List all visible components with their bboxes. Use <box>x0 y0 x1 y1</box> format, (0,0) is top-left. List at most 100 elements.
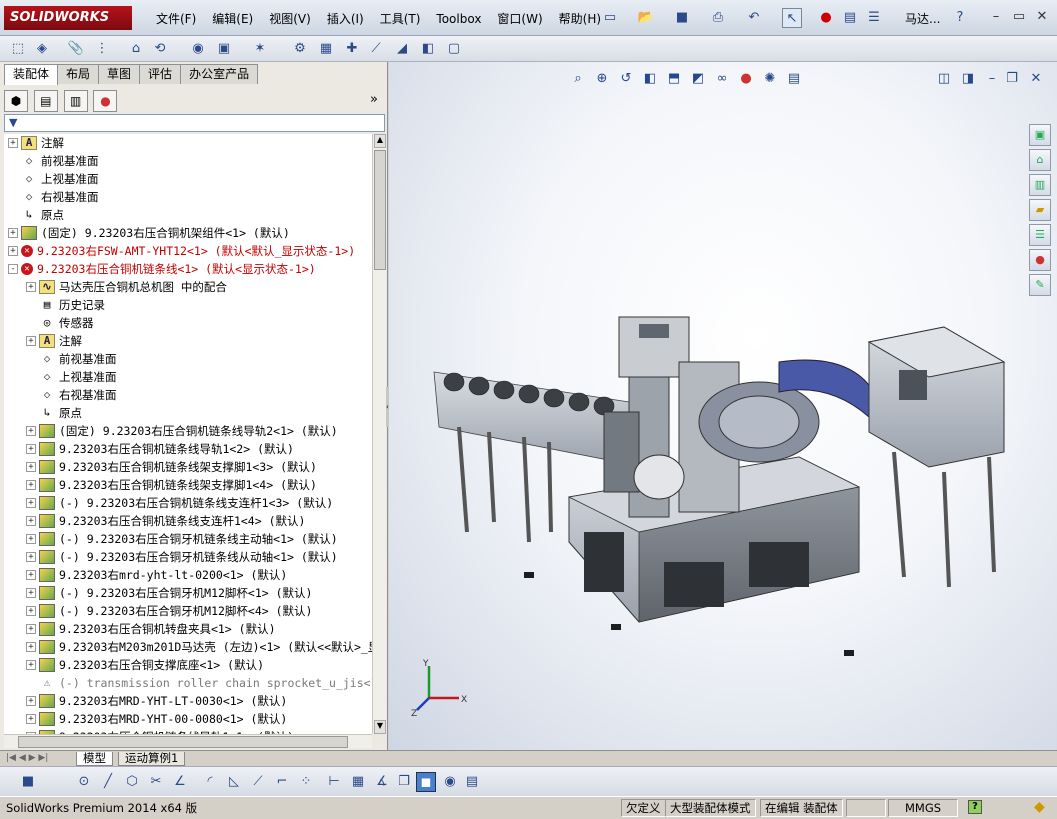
user-account-label[interactable]: 马达... <box>905 9 940 29</box>
tree-row[interactable]: +9.23203右压合铜机链条线架支撑脚1<3> (默认) <box>4 458 372 476</box>
expand-toggle-icon[interactable]: + <box>26 516 36 526</box>
tree-row[interactable]: ◇ 右视基准面 <box>4 386 372 404</box>
save-bottom-icon[interactable]: ■ <box>18 772 38 792</box>
move-component-icon[interactable]: ⟲ <box>150 39 170 59</box>
construction-line-icon[interactable]: ⟋ <box>248 772 268 792</box>
select-cursor-icon[interactable]: ↖ <box>782 8 802 28</box>
edit-appearance-icon[interactable]: ● <box>737 70 755 88</box>
tree-row[interactable]: + (-) 9.23203右压合铜牙机链条线主动轴<1> (默认) <box>4 530 372 548</box>
tab-model[interactable]: 模型 <box>76 752 113 766</box>
expand-toggle-icon[interactable]: + <box>26 480 36 490</box>
previous-view-icon[interactable]: ↺ <box>617 70 635 88</box>
angle-icon[interactable]: ∠ <box>170 772 190 792</box>
viewport-restore-icon[interactable]: ❐ <box>1003 70 1021 88</box>
new-motion-study-icon[interactable]: ⚙ <box>290 39 310 59</box>
expand-toggle-icon[interactable]: + <box>8 246 18 256</box>
tree-row[interactable]: ▤ 历史记录 <box>4 296 372 314</box>
expand-toggle-icon[interactable]: + <box>26 498 36 508</box>
bill-of-materials-icon[interactable]: ▦ <box>316 39 336 59</box>
expand-toggle-icon[interactable]: + <box>26 552 36 562</box>
insert-components-icon[interactable]: ⬚ <box>8 39 28 59</box>
new-part-icon[interactable]: ◈ <box>32 39 52 59</box>
tree-row[interactable]: + A 注解 <box>4 332 372 350</box>
tab-motion-study[interactable]: 运动算例1 <box>118 752 186 766</box>
tree-row[interactable]: +9.23203右MRD-YHT-00-0080<1> (默认) <box>4 710 372 728</box>
tree-row[interactable]: + (-) 9.23203右压合铜牙机链条线从动轴<1> (默认) <box>4 548 372 566</box>
tree-row[interactable]: + (-) 9.23203右压合铜牙机M12脚杯<1> (默认) <box>4 584 372 602</box>
scroll-down-icon[interactable]: ▼ <box>374 720 386 734</box>
tree-row[interactable]: + (固定) 9.23203右压合铜机架组件<1> (默认) <box>4 224 372 242</box>
expand-toggle-icon[interactable]: + <box>26 336 36 346</box>
tree-row[interactable]: +9.23203右MRD-YHT-LT-0030<1> (默认) <box>4 692 372 710</box>
expand-toggle-icon[interactable]: + <box>26 642 36 652</box>
expand-toggle-icon[interactable]: + <box>26 534 36 544</box>
open-folder-icon[interactable]: 📂 <box>636 8 656 28</box>
mate-icon[interactable]: 📎 <box>66 39 86 59</box>
zoom-to-fit-icon[interactable]: ⌕ <box>569 70 587 88</box>
tree-row[interactable]: ⚠ (-) transmission roller chain sprocket_… <box>4 674 372 692</box>
expand-toggle-icon[interactable]: + <box>26 696 36 706</box>
hole-alignment-icon[interactable]: ▢ <box>444 39 464 59</box>
expand-toggle-icon[interactable]: + <box>26 714 36 724</box>
tile-icon[interactable]: ◫ <box>935 70 953 88</box>
menu-4[interactable]: 工具(T) <box>372 9 429 29</box>
solidworks-logo[interactable]: SOLIDWORKS <box>4 6 132 30</box>
hide-show-items-icon[interactable]: ∞ <box>713 70 731 88</box>
tree-row[interactable]: + ∿ 马达壳压合铜机总机图 中的配合 <box>4 278 372 296</box>
tree-row[interactable]: ↳ 原点 <box>4 206 372 224</box>
file-properties-icon[interactable]: ▤ <box>840 8 860 28</box>
design-library-icon[interactable]: ⌂ <box>1029 149 1051 171</box>
feature-tree[interactable]: + A 注解 ◇ 前视基准面 ◇ 上视基准面 ◇ 右视基准面 ↳ 原点 + (固定) 9.23203右压… <box>4 134 372 734</box>
tree-row[interactable]: ↳ 原点 <box>4 404 372 422</box>
interference-detection-icon[interactable]: ◢ <box>392 39 412 59</box>
solidworks-resources-icon[interactable]: ▣ <box>1029 124 1051 146</box>
view-settings-icon[interactable]: ▤ <box>785 70 803 88</box>
trim-icon[interactable]: ✂ <box>146 772 166 792</box>
apply-scene-icon[interactable]: ✺ <box>761 70 779 88</box>
reference-geometry-icon[interactable]: ✶ <box>250 39 270 59</box>
restore-icon[interactable]: ▭ <box>1010 8 1028 26</box>
scroll-thumb[interactable] <box>374 150 386 270</box>
menu-5[interactable]: Toolbox <box>428 9 489 29</box>
print-icon[interactable]: ⎙ <box>708 8 728 28</box>
feature-manager-tree-icon[interactable]: ⬢ <box>4 90 28 112</box>
tree-row[interactable]: ◇ 右视基准面 <box>4 188 372 206</box>
options-icon[interactable]: ☰ <box>864 8 884 28</box>
measure-angle-icon[interactable]: ∡ <box>372 772 392 792</box>
expand-toggle-icon[interactable]: + <box>8 228 18 238</box>
menu-0[interactable]: 文件(F) <box>148 9 204 29</box>
tab-1[interactable]: 布局 <box>57 64 100 84</box>
configuration-manager-icon[interactable]: ▥ <box>63 90 88 112</box>
expand-toggle-icon[interactable]: + <box>26 282 36 292</box>
tree-row[interactable]: ◎ 传感器 <box>4 314 372 332</box>
sketch-fillet-icon[interactable]: ◜ <box>200 772 220 792</box>
tree-row[interactable]: + (固定) 9.23203右压合铜机链条线导轨2<1> (默认) <box>4 422 372 440</box>
tree-row[interactable]: ◇ 前视基准面 <box>4 152 372 170</box>
camera-icon[interactable]: ◉ <box>440 772 460 792</box>
help-status-icon[interactable]: ? <box>968 800 982 814</box>
tree-filter-input[interactable]: ▼ <box>4 114 385 132</box>
clearance-verification-icon[interactable]: ◧ <box>418 39 438 59</box>
tree-row[interactable]: ◇ 上视基准面 <box>4 170 372 188</box>
minimize-icon[interactable]: – <box>987 8 1005 26</box>
exploded-view-icon[interactable]: ✚ <box>342 39 362 59</box>
tree-vertical-scrollbar[interactable]: ▲ ▼ <box>372 134 386 734</box>
linear-pattern-icon[interactable]: ⋮ <box>92 39 112 59</box>
tree-row[interactable]: - ✕ 9.23203右压合铜机链条线<1> (默认<显示状态-1>) <box>4 260 372 278</box>
copy-entities-icon[interactable]: ❐ <box>394 772 414 792</box>
tag-icon[interactable]: ◆ <box>1034 799 1045 815</box>
viewport-close-icon[interactable]: ✕ <box>1027 70 1045 88</box>
menu-6[interactable]: 窗口(W) <box>489 9 550 29</box>
tree-row[interactable]: +9.23203右压合铜机链条线支连杆1<4> (默认) <box>4 512 372 530</box>
tree-row[interactable]: +9.23203右M203m201D马达壳 (左边)<1> (默认<<默认>_显… <box>4 638 372 656</box>
assembly-features-icon[interactable]: ▣ <box>214 39 234 59</box>
line-icon[interactable]: ╱ <box>98 772 118 792</box>
tab-3[interactable]: 评估 <box>139 64 182 84</box>
tree-row[interactable]: + (-) 9.23203右压合铜牙机M12脚杯<4> (默认) <box>4 602 372 620</box>
expand-toggle-icon[interactable]: + <box>26 444 36 454</box>
show-hidden-icon[interactable]: ◉ <box>188 39 208 59</box>
section-view-icon[interactable]: ◧ <box>641 70 659 88</box>
expand-toggle-icon[interactable]: + <box>26 426 36 436</box>
filter-icon[interactable]: ▼ <box>5 116 17 129</box>
tree-row[interactable]: +9.23203右压合铜机链条线架支撑脚1<4> (默认) <box>4 476 372 494</box>
